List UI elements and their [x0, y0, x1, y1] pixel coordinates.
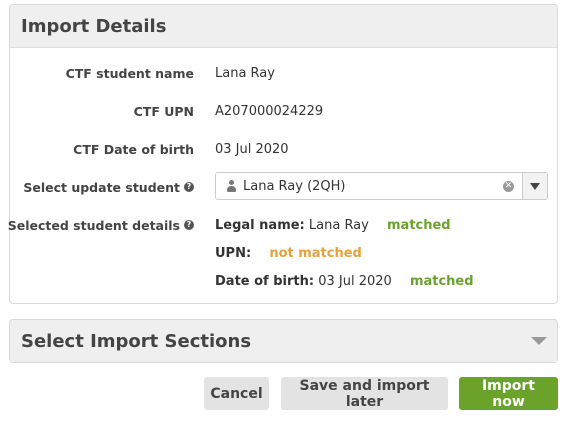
- legal-name-status: matched: [387, 217, 451, 233]
- update-student-selected: Lana Ray (2QH): [243, 178, 346, 194]
- ctf-dob-value: 03 Jul 2020: [215, 141, 289, 157]
- update-student-row: Select update student ? Lana Ray (2QH) ✕: [10, 172, 557, 200]
- selected-details-label: Selected student details ?: [8, 218, 194, 233]
- legal-name-value: Lana Ray: [308, 217, 369, 233]
- upn-row: UPN: not matched: [10, 243, 557, 263]
- user-icon: [226, 180, 237, 192]
- legal-name-row: Selected student details ? Legal name: L…: [8, 215, 557, 235]
- help-icon[interactable]: ?: [184, 182, 194, 192]
- expand-caret-icon[interactable]: [531, 337, 547, 345]
- legal-name-key: Legal name:: [215, 217, 305, 233]
- ctf-dob-label: CTF Date of birth: [73, 141, 194, 157]
- import-sections-panel[interactable]: Select Import Sections: [9, 319, 558, 363]
- ctf-name-label: CTF student name: [65, 65, 194, 81]
- dropdown-toggle[interactable]: [522, 173, 547, 199]
- import-now-button[interactable]: Import now: [459, 377, 558, 410]
- import-sections-title: Select Import Sections: [10, 320, 557, 362]
- dob-row: Date of birth: 03 Jul 2020 matched: [10, 271, 557, 291]
- upn-line: UPN: not matched: [215, 246, 362, 261]
- dob-status: matched: [409, 273, 474, 289]
- upn-key: UPN:: [215, 245, 252, 261]
- import-details-panel: Import Details CTF student name Lana Ray…: [8, 4, 558, 304]
- dob-value: 03 Jul 2020: [318, 273, 392, 289]
- import-details-title: Import Details: [10, 5, 557, 48]
- ctf-upn-value: A207000024229: [215, 103, 324, 119]
- update-student-select[interactable]: Lana Ray (2QH) ✕: [215, 172, 548, 200]
- update-student-label: Select update student ?: [23, 180, 194, 195]
- ctf-name-row: CTF student name Lana Ray: [10, 63, 557, 83]
- clear-icon[interactable]: ✕: [503, 180, 514, 192]
- save-import-later-button[interactable]: Save and import later: [281, 377, 448, 410]
- ctf-name-value: Lana Ray: [215, 65, 275, 81]
- help-icon[interactable]: ?: [184, 220, 194, 230]
- upn-status: not matched: [269, 245, 362, 261]
- caret-down-icon: [530, 182, 540, 190]
- ctf-upn-row: CTF UPN A207000024229: [10, 101, 557, 121]
- ctf-dob-row: CTF Date of birth 03 Jul 2020: [10, 139, 557, 159]
- dob-key: Date of birth:: [215, 273, 315, 289]
- selected-details-label-text: Selected student details: [7, 217, 180, 233]
- dob-line: Date of birth: 03 Jul 2020 matched: [215, 274, 474, 289]
- cancel-button[interactable]: Cancel: [204, 377, 269, 410]
- update-student-label-text: Select update student: [23, 179, 180, 195]
- legal-name-line: Legal name: Lana Ray matched: [215, 218, 451, 233]
- ctf-upn-label: CTF UPN: [133, 103, 194, 119]
